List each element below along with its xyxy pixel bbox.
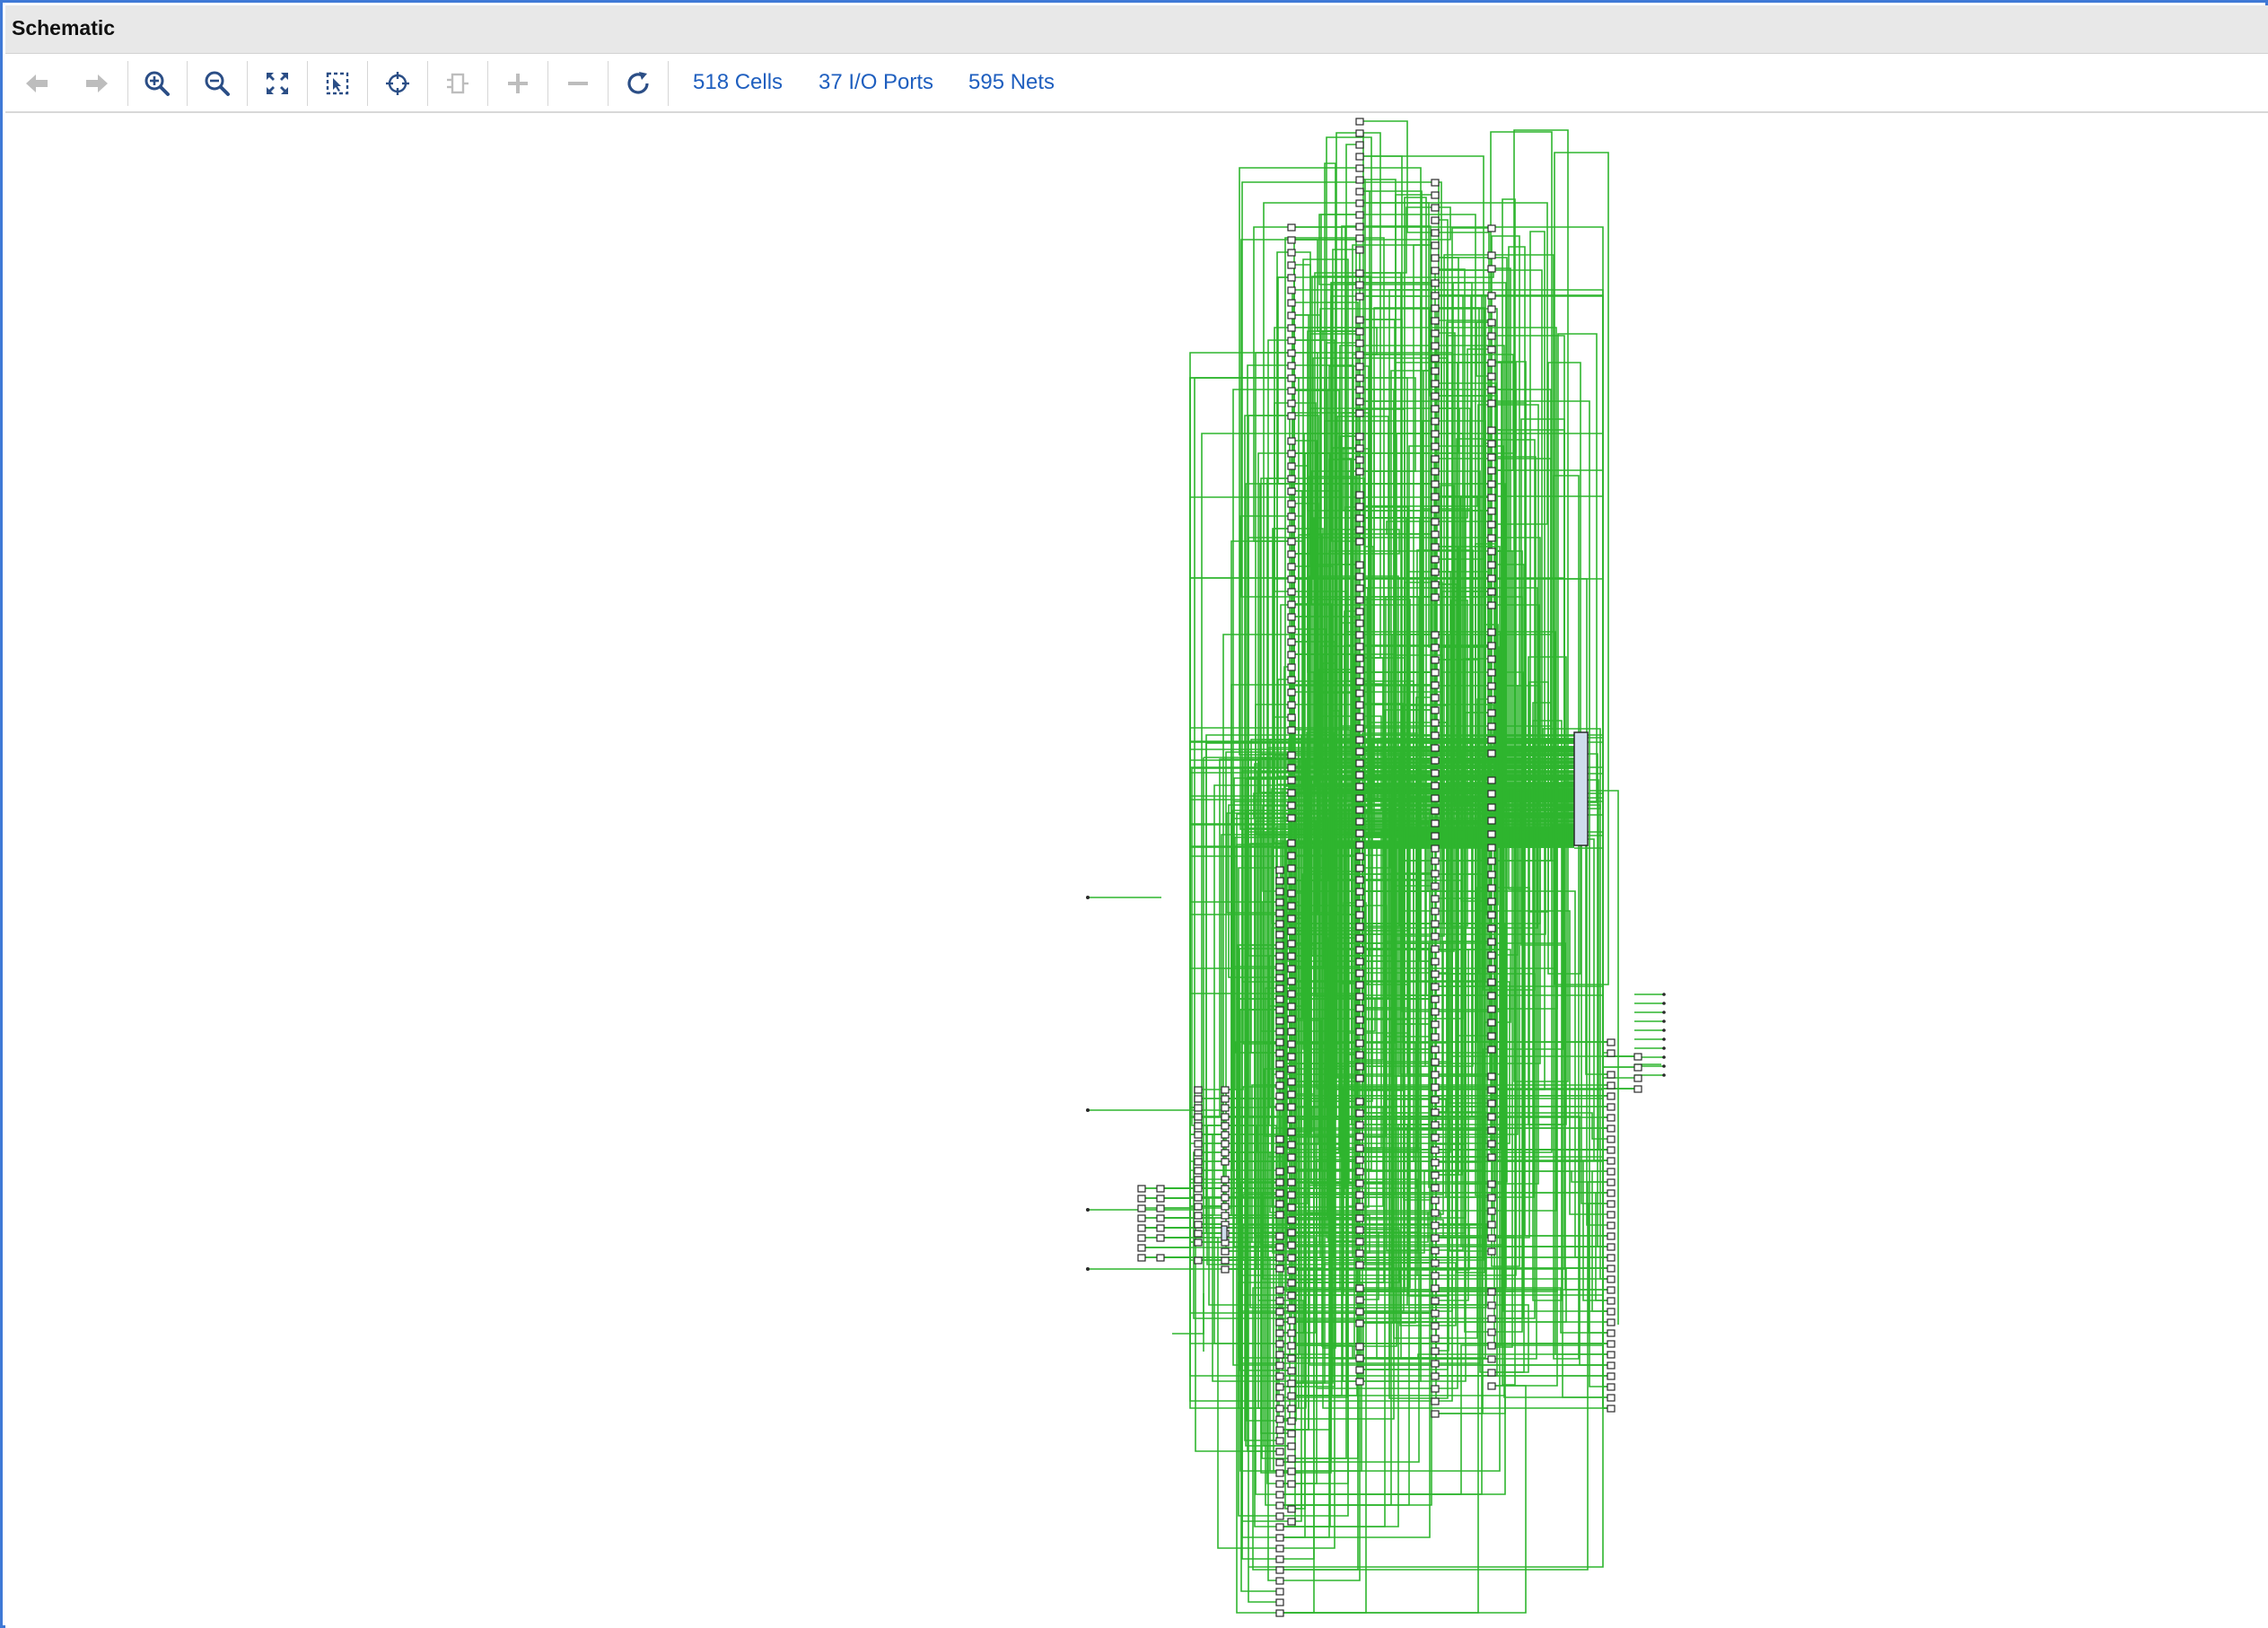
net-wires [1088, 120, 1664, 1614]
expand-button[interactable] [496, 62, 539, 105]
arrow-right-icon [86, 74, 108, 92]
zoom-area-icon [326, 72, 349, 95]
zoom-out-icon [205, 71, 230, 96]
plus-icon [508, 74, 528, 93]
module-block[interactable] [1573, 731, 1589, 846]
fit-icon [267, 73, 288, 94]
zoom-in-button[interactable] [136, 62, 179, 105]
title-bar: Schematic [5, 5, 2268, 54]
autofit-selection-button[interactable] [376, 62, 419, 105]
crosshair-icon [386, 72, 409, 95]
back-button[interactable] [15, 62, 58, 105]
refresh-icon [627, 72, 649, 94]
zoom-area-button[interactable] [316, 62, 359, 105]
window-title: Schematic [12, 16, 116, 39]
cell-icon [447, 73, 468, 94]
refresh-button[interactable] [617, 62, 660, 105]
cells-count-link[interactable]: 518 Cells [693, 70, 783, 95]
toolbar: 518 Cells 37 I/O Ports 595 Nets [5, 54, 2268, 113]
zoom-out-button[interactable] [196, 62, 239, 105]
regenerate-button[interactable] [436, 62, 479, 105]
nets-count-link[interactable]: 595 Nets [968, 70, 1055, 95]
collapse-button[interactable] [556, 62, 600, 105]
forward-button[interactable] [75, 62, 118, 105]
zoom-fit-button[interactable] [256, 62, 299, 105]
io-ports-count-link[interactable]: 37 I/O Ports [819, 70, 933, 95]
schematic-diagram[interactable] [5, 113, 2268, 1628]
schematic-window: Schematic 518 Cells 37 I/O Ports 595 Net… [0, 0, 2268, 1628]
schematic-canvas[interactable] [5, 113, 2268, 1628]
zoom-in-icon [144, 71, 170, 96]
minus-icon [568, 82, 588, 85]
arrow-left-icon [26, 74, 48, 92]
